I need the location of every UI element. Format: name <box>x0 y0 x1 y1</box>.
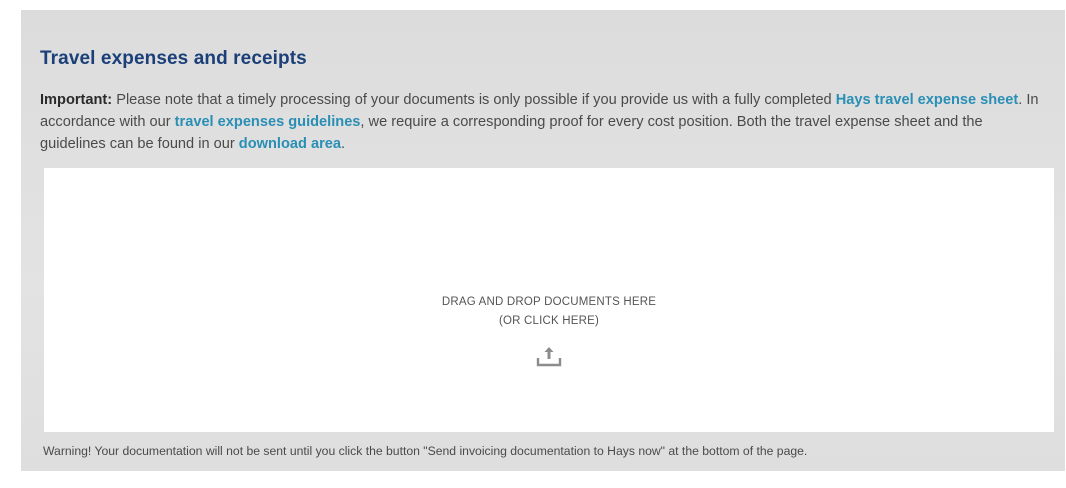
intro-text-4: . <box>340 136 346 152</box>
travel-expenses-panel: Travel expenses and receipts Important: … <box>21 10 1065 471</box>
upload-icon <box>536 347 562 367</box>
document-dropzone[interactable]: DRAG AND DROP DOCUMENTS HERE (OR CLICK H… <box>44 168 1054 432</box>
expense-sheet-link[interactable]: Hays travel expense sheet <box>836 92 1019 108</box>
download-area-link[interactable]: download area <box>239 136 341 152</box>
section-title: Travel expenses and receipts <box>40 48 307 69</box>
important-label: Important: <box>40 92 113 108</box>
intro-text-1: Please note that a timely processing of … <box>112 92 836 108</box>
dropzone-click-hint: (OR CLICK HERE) <box>498 315 600 327</box>
warning-message: Warning! Your documentation will not be … <box>43 444 808 458</box>
guidelines-link[interactable]: travel expenses guidelines <box>175 114 361 130</box>
dropzone-instruction: DRAG AND DROP DOCUMENTS HERE <box>441 296 657 308</box>
intro-paragraph: Important: Please note that a timely pro… <box>40 89 1040 155</box>
